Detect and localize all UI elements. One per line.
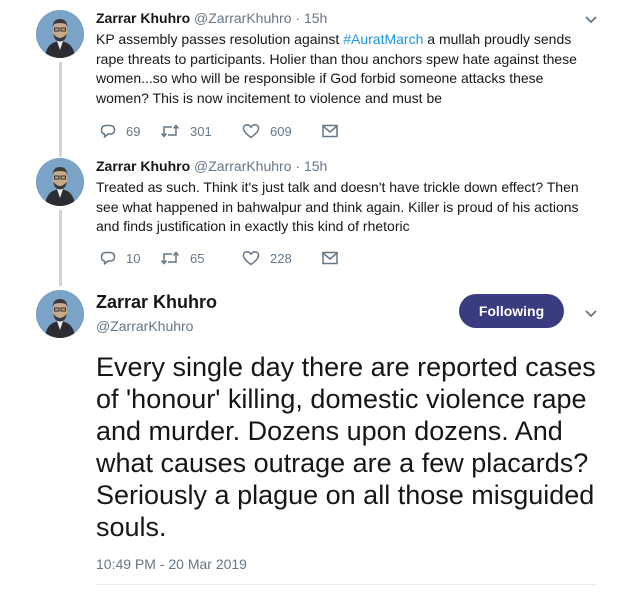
tweet-time[interactable]: 15h	[304, 10, 327, 26]
thread-line	[59, 62, 62, 157]
tweet-timestamp[interactable]: 10:49 PM - 20 Mar 2019	[96, 556, 247, 572]
reply-count: 69	[126, 123, 141, 139]
author-handle[interactable]: @ZarrarKhuhro	[194, 10, 291, 26]
retweet-count: 65	[190, 250, 205, 266]
dm-button[interactable]	[322, 251, 348, 265]
tweet-time[interactable]: 15h	[304, 158, 327, 174]
separator-dot: ·	[295, 10, 301, 26]
author-name[interactable]: Zarrar Khuhro	[96, 10, 190, 26]
tweet-text: KP assembly passes resolution against #A…	[96, 30, 596, 108]
reply-count: 10	[126, 250, 141, 266]
tweet-text-part: KP assembly passes resolution against	[96, 31, 344, 47]
retweet-button[interactable]: 301	[160, 123, 242, 139]
dm-button[interactable]	[322, 124, 348, 138]
avatar[interactable]	[36, 158, 84, 206]
tweet-header: Zarrar Khuhro @ZarrarKhuhro · 15h	[96, 158, 327, 174]
envelope-icon	[322, 251, 338, 265]
envelope-icon	[322, 124, 338, 138]
avatar[interactable]	[36, 290, 84, 338]
author-handle[interactable]: @ZarrarKhuhro	[96, 318, 193, 334]
following-button[interactable]: Following	[459, 294, 564, 328]
separator-dot: ·	[295, 158, 301, 174]
reply-icon	[100, 251, 116, 265]
tweet-actions: 10 65 228	[100, 247, 348, 269]
avatar[interactable]	[36, 10, 84, 58]
reply-icon	[100, 124, 116, 138]
reply-button[interactable]: 10	[100, 250, 160, 266]
tweet-actions: 69 301 609	[100, 120, 348, 142]
retweet-icon	[160, 251, 180, 265]
heart-icon	[242, 251, 260, 266]
chevron-down-icon[interactable]	[584, 306, 598, 324]
retweet-button[interactable]: 65	[160, 250, 242, 266]
like-count: 228	[270, 250, 292, 266]
reply-button[interactable]: 69	[100, 123, 160, 139]
retweet-icon	[160, 124, 180, 138]
author-name[interactable]: Zarrar Khuhro	[96, 158, 190, 174]
chevron-down-icon[interactable]	[584, 12, 598, 30]
divider	[96, 584, 596, 585]
hashtag-link[interactable]: #AuratMarch	[343, 31, 423, 47]
retweet-count: 301	[190, 123, 212, 139]
tweet-text: Treated as such. Think it's just talk an…	[96, 179, 579, 234]
author-handle[interactable]: @ZarrarKhuhro	[194, 158, 291, 174]
like-button[interactable]: 609	[242, 123, 322, 139]
like-count: 609	[270, 123, 292, 139]
tweet-header: Zarrar Khuhro @ZarrarKhuhro · 15h	[96, 10, 327, 26]
heart-icon	[242, 124, 260, 139]
like-button[interactable]: 228	[242, 250, 322, 266]
main-tweet-text: Every single day there are reported case…	[96, 352, 596, 542]
author-name[interactable]: Zarrar Khuhro	[96, 292, 217, 313]
thread-line	[59, 210, 62, 286]
